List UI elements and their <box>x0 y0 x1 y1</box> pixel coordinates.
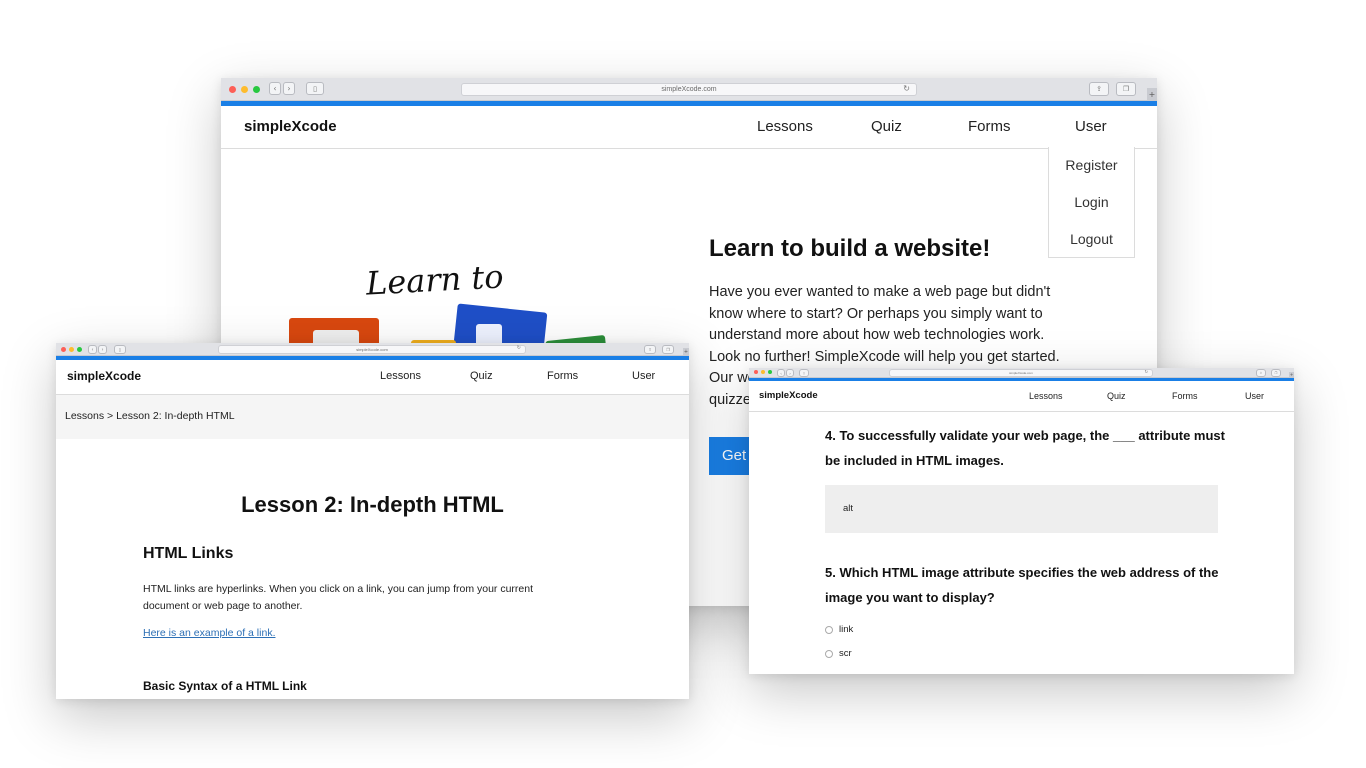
share-icon[interactable]: ⇪ <box>1089 82 1109 96</box>
reload-icon[interactable]: ↻ <box>517 345 521 351</box>
radio-label: scr <box>839 648 852 659</box>
radio-option-scr[interactable]: scr <box>825 648 852 659</box>
answer-input-value: alt <box>843 503 854 514</box>
close-window-button[interactable] <box>61 347 66 352</box>
forward-button[interactable]: › <box>283 82 295 95</box>
answer-input-q4[interactable]: alt <box>825 485 1218 533</box>
zoom-window-button[interactable] <box>768 370 772 374</box>
zoom-window-button[interactable] <box>253 86 260 93</box>
sidebar-toggle-icon[interactable]: ▯ <box>114 345 126 354</box>
nav-lessons[interactable]: Lessons <box>757 118 813 135</box>
new-tab-button[interactable]: + <box>1147 88 1157 100</box>
example-link[interactable]: Here is an example of a link. <box>143 627 275 639</box>
section-heading: HTML Links <box>143 545 234 562</box>
quiz-question-4: 4. To successfully validate your web pag… <box>825 428 1225 468</box>
menu-item-login[interactable]: Login <box>1049 194 1134 210</box>
nav-user[interactable]: User <box>1245 391 1264 401</box>
radio-label: link <box>839 624 854 635</box>
site-navbar: simpleXcode Lessons Quiz Forms User <box>56 360 689 395</box>
nav-forms[interactable]: Forms <box>968 118 1011 135</box>
share-icon[interactable]: ⇪ <box>644 345 656 354</box>
site-navbar: simpleXcode Lessons Quiz Forms User <box>749 381 1294 412</box>
back-button[interactable]: ‹ <box>269 82 281 95</box>
close-window-button[interactable] <box>229 86 236 93</box>
nav-forms[interactable]: Forms <box>547 370 578 382</box>
new-tab-button[interactable]: + <box>683 348 689 355</box>
address-bar[interactable]: simpleXcode.com ↻ <box>461 83 917 96</box>
close-window-button[interactable] <box>754 370 758 374</box>
lesson-paragraph: HTML links are hyperlinks. When you clic… <box>143 583 534 612</box>
site-logo[interactable]: simpleXcode <box>244 118 337 135</box>
quiz-question-5: 5. Which HTML image attribute specifies … <box>825 565 1219 605</box>
nav-forms[interactable]: Forms <box>1172 391 1198 401</box>
forward-button[interactable]: › <box>786 369 794 377</box>
reload-icon[interactable]: ↻ <box>1145 369 1148 374</box>
address-bar[interactable]: simpleXcode.com ↻ <box>218 345 526 354</box>
minimize-window-button[interactable] <box>761 370 765 374</box>
browser-toolbar: ‹ › ▯ simpleXcode.com ↻ ⇪ ❐ + <box>749 368 1294 378</box>
sidebar-toggle-icon[interactable]: ▯ <box>306 82 324 95</box>
tabs-icon[interactable]: ❐ <box>1271 369 1281 377</box>
site-logo[interactable]: simpleXcode <box>67 369 141 383</box>
quiz-browser-window: ‹ › ▯ simpleXcode.com ↻ ⇪ ❐ + simpleXcod… <box>749 368 1294 674</box>
forward-button[interactable]: › <box>98 345 107 354</box>
minimize-window-button[interactable] <box>241 86 248 93</box>
url-text: simpleXcode.com <box>1009 371 1033 375</box>
site-navbar: simpleXcode Lessons Quiz Forms User <box>221 106 1157 149</box>
tabs-icon[interactable]: ❐ <box>662 345 674 354</box>
minimize-window-button[interactable] <box>69 347 74 352</box>
browser-toolbar: ‹ › ▯ simpleXcode.com ↻ ⇪ ❐ + <box>221 78 1157 101</box>
back-button[interactable]: ‹ <box>777 369 785 377</box>
breadcrumb[interactable]: Lessons > Lesson 2: In-depth HTML <box>65 410 235 422</box>
new-tab-button[interactable]: + <box>1289 372 1294 377</box>
nav-quiz[interactable]: Quiz <box>1107 391 1126 401</box>
browser-toolbar: ‹ › ▯ simpleXcode.com ↻ ⇪ ❐ + <box>56 343 689 356</box>
radio-button[interactable] <box>825 625 833 634</box>
hero-text-tail: quizze <box>709 391 751 408</box>
radio-button[interactable] <box>825 649 833 658</box>
subsection-heading: Basic Syntax of a HTML Link <box>143 679 307 693</box>
menu-item-logout[interactable]: Logout <box>1049 231 1134 247</box>
hero-title: Learn to build a website! <box>709 235 991 262</box>
site-logo[interactable]: simpleXcode <box>759 390 818 401</box>
sidebar-toggle-icon[interactable]: ▯ <box>799 369 809 377</box>
share-icon[interactable]: ⇪ <box>1256 369 1266 377</box>
nav-lessons[interactable]: Lessons <box>380 370 421 382</box>
nav-quiz[interactable]: Quiz <box>871 118 902 135</box>
user-dropdown-menu: Register Login Logout <box>1048 147 1135 258</box>
back-button[interactable]: ‹ <box>88 345 97 354</box>
lesson-browser-window: ‹ › ▯ simpleXcode.com ↻ ⇪ ❐ + simpleXcod… <box>56 343 689 699</box>
address-bar[interactable]: simpleXcode.com ↻ <box>889 369 1153 377</box>
window-controls <box>229 86 265 93</box>
url-text: simpleXcode.com <box>661 86 717 93</box>
nav-user[interactable]: User <box>1075 118 1107 135</box>
menu-item-register[interactable]: Register <box>1049 157 1134 173</box>
lesson-title: Lesson 2: In-depth HTML <box>241 492 504 517</box>
breadcrumb-bar: Lessons > Lesson 2: In-depth HTML <box>56 395 689 439</box>
nav-lessons[interactable]: Lessons <box>1029 391 1063 401</box>
tabs-icon[interactable]: ❐ <box>1116 82 1136 96</box>
window-controls <box>61 347 85 352</box>
zoom-window-button[interactable] <box>77 347 82 352</box>
reload-icon[interactable]: ↻ <box>903 84 910 93</box>
hero-handwritten-text: Learn to <box>365 257 505 303</box>
nav-user[interactable]: User <box>632 370 655 382</box>
nav-quiz[interactable]: Quiz <box>470 370 493 382</box>
radio-option-link[interactable]: link <box>825 624 853 635</box>
window-controls <box>754 370 775 374</box>
url-text: simpleXcode.com <box>356 347 388 352</box>
